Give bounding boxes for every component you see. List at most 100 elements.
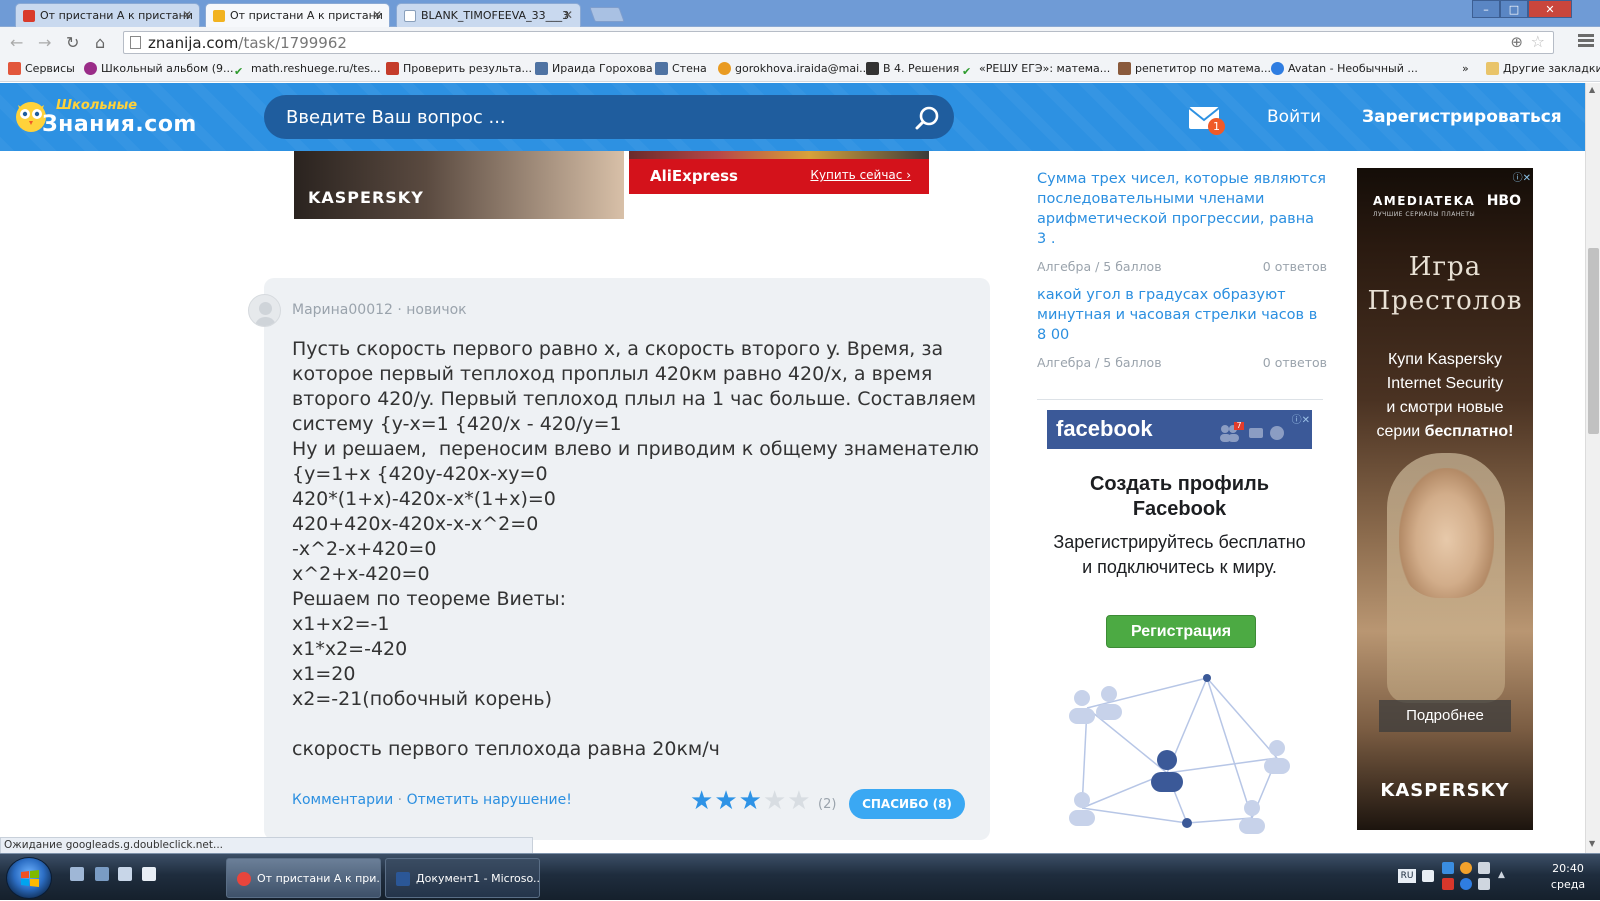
- skype-icon[interactable]: [1442, 862, 1454, 874]
- thanks-button[interactable]: СПАСИБО (8): [849, 789, 965, 819]
- bookmark-item[interactable]: ✔ math.reshuege.ru/tes...: [234, 62, 380, 78]
- bookmark-label: Avatan - Необычный ...: [1288, 62, 1418, 75]
- scroll-up-icon[interactable]: ▲: [1589, 85, 1595, 94]
- amediateka-banner-ad[interactable]: ⓘ✕ AMEDIATEKA ЛУЧШИЕ СЕРИАЛЫ ПЛАНЕТЫ HBO…: [1357, 168, 1533, 830]
- scrollbar-thumb[interactable]: [1588, 248, 1599, 434]
- clock[interactable]: 20:40 среда: [1538, 861, 1598, 893]
- related-question[interactable]: Сумма трех чисел, которые являются после…: [1037, 169, 1327, 274]
- question-subject[interactable]: Алгебра: [1037, 259, 1091, 274]
- bookmark-item[interactable]: gorokhova.iraida@mai...: [718, 62, 870, 75]
- back-arrow-icon[interactable]: ←: [10, 33, 23, 52]
- browser-tab-active[interactable]: От пристани А к пристани ✕: [205, 3, 390, 28]
- browser-tab-strip: От пристани А к пристани ✕ От пристани А…: [0, 0, 1600, 28]
- browser-tab[interactable]: От пристани А к пристани ✕: [15, 3, 200, 27]
- home-icon[interactable]: ⌂: [95, 33, 105, 52]
- bookmark-item[interactable]: Сервисы: [8, 62, 75, 75]
- bookmark-item[interactable]: Avatan - Необычный ...: [1271, 62, 1418, 75]
- avatar[interactable]: [248, 294, 281, 327]
- chevron-up-icon[interactable]: ▲: [1498, 870, 1510, 882]
- language-indicator[interactable]: RU: [1398, 869, 1416, 883]
- rating-star-icon[interactable]: ★: [714, 788, 737, 814]
- bookmark-label: Стена: [672, 62, 707, 75]
- facebook-register-button[interactable]: Регистрация: [1106, 615, 1256, 648]
- kaspersky-logo: KASPERSKY: [308, 188, 424, 207]
- related-question-meta: Алгебра / 5 баллов 0 ответов: [1037, 259, 1327, 274]
- explorer-icon[interactable]: [95, 867, 109, 881]
- taskbar-item-chrome[interactable]: От пристани А к при...: [226, 858, 381, 898]
- show-desktop-icon[interactable]: [70, 867, 84, 881]
- page-icon: [130, 36, 141, 49]
- question-subject[interactable]: Алгебра: [1037, 355, 1091, 370]
- rating-star-icon[interactable]: ★: [763, 788, 786, 814]
- buy-now-link[interactable]: Купить сейчас ›: [810, 168, 911, 182]
- bookmark-item[interactable]: Стена: [655, 62, 707, 75]
- author-name[interactable]: Марина00012: [292, 302, 393, 318]
- comments-link[interactable]: Комментарии: [292, 792, 393, 808]
- new-tab-button[interactable]: [589, 7, 625, 22]
- adchoices-icon[interactable]: ⓘ✕: [1292, 411, 1310, 426]
- bookmarks-overflow-button[interactable]: »: [1462, 62, 1469, 75]
- tab-close-icon[interactable]: ✕: [182, 8, 192, 22]
- aliexpress-banner-image[interactable]: [629, 151, 929, 159]
- zoom-icon[interactable]: ⊕: [1510, 33, 1523, 51]
- folder-icon: [1486, 62, 1499, 75]
- facebook-ad-header[interactable]: facebook 7 ⓘ✕: [1047, 410, 1312, 449]
- help-icon[interactable]: [1422, 870, 1434, 882]
- ad-portrait: [1399, 468, 1494, 598]
- network-status-icon[interactable]: [1460, 878, 1472, 890]
- bookmark-star-icon[interactable]: ☆: [1531, 32, 1545, 51]
- rating-star-icon[interactable]: ★: [690, 788, 713, 814]
- volume-icon[interactable]: [1478, 878, 1490, 890]
- tab-close-icon[interactable]: ✕: [372, 8, 382, 22]
- bookmark-item[interactable]: Ираида Горохова: [535, 62, 653, 75]
- site-logo[interactable]: Школьные Знания.com: [12, 95, 196, 139]
- login-link[interactable]: Войти: [1267, 107, 1321, 127]
- report-violation-link[interactable]: Отметить нарушение!: [407, 792, 572, 808]
- start-button[interactable]: [6, 857, 52, 899]
- related-question[interactable]: какой угол в градусах образуют минутная …: [1037, 285, 1327, 370]
- adchoices-icon[interactable]: ⓘ✕: [1513, 169, 1531, 184]
- aliexpress-banner-ad[interactable]: AliExpress Купить сейчас ›: [629, 159, 929, 194]
- bookmark-item[interactable]: Проверить результа...: [386, 62, 532, 75]
- link-separator: ·: [397, 792, 407, 808]
- maximize-button[interactable]: □: [1500, 0, 1528, 18]
- more-details-button[interactable]: Подробнее: [1379, 700, 1511, 732]
- page-scrollbar[interactable]: ▲ ▼: [1585, 83, 1600, 853]
- address-bar[interactable]: znanija.com/task/1799962 ⊕ ☆: [123, 31, 1554, 54]
- close-window-button[interactable]: ✕: [1528, 0, 1572, 18]
- related-question-title[interactable]: какой угол в градусах образуют минутная …: [1037, 285, 1327, 345]
- bookmark-item[interactable]: ✔ «РЕШУ ЕГЭ»: матема...: [962, 62, 1110, 78]
- chrome-menu-icon[interactable]: [1578, 34, 1594, 50]
- tab-close-icon[interactable]: ✕: [563, 8, 573, 22]
- flag-icon[interactable]: [1478, 862, 1490, 874]
- rating-star-icon[interactable]: ★: [739, 788, 762, 814]
- show-title-line2: Престолов: [1367, 286, 1523, 316]
- facebook-logo: facebook: [1056, 416, 1153, 441]
- browser-tab[interactable]: BLANK_TIMOFEEVA_33___3 ✕: [396, 3, 581, 27]
- site-header: Школьные Знания.com 1 Войти Зарегистриро…: [0, 83, 1585, 151]
- update-icon[interactable]: [1460, 862, 1472, 874]
- bookmark-item[interactable]: В 4. Решения: [866, 62, 959, 75]
- clock-time: 20:40: [1552, 862, 1584, 875]
- minimize-button[interactable]: –: [1472, 0, 1500, 18]
- register-link[interactable]: Зарегистрироваться: [1362, 107, 1562, 127]
- yandex-favicon-icon: [23, 10, 35, 22]
- answer-rating[interactable]: ★★★★★: [690, 788, 812, 814]
- antivirus-icon[interactable]: [1442, 878, 1454, 890]
- email-icon[interactable]: [118, 867, 132, 881]
- question-search-input[interactable]: [264, 95, 894, 139]
- search-icon[interactable]: [914, 105, 940, 131]
- bookmark-item[interactable]: репетитор по матема...: [1118, 62, 1271, 75]
- related-question-title[interactable]: Сумма трех чисел, которые являются после…: [1037, 169, 1327, 249]
- taskbar-item-word[interactable]: Документ1 - Microso...: [385, 858, 540, 898]
- bookmark-folder[interactable]: Другие закладки: [1486, 62, 1600, 75]
- scroll-down-icon[interactable]: ▼: [1589, 839, 1595, 848]
- document-icon[interactable]: [142, 867, 156, 881]
- url-path: /task/1799962: [238, 34, 347, 52]
- bookmark-item[interactable]: Школьный альбом (9...: [84, 62, 234, 75]
- reload-icon[interactable]: ↻: [66, 33, 79, 52]
- kaspersky-banner-ad[interactable]: KASPERSKY: [294, 151, 624, 219]
- forward-arrow-icon[interactable]: →: [38, 33, 51, 52]
- rating-star-icon[interactable]: ★: [787, 788, 810, 814]
- url-host: znanija.com: [148, 34, 239, 52]
